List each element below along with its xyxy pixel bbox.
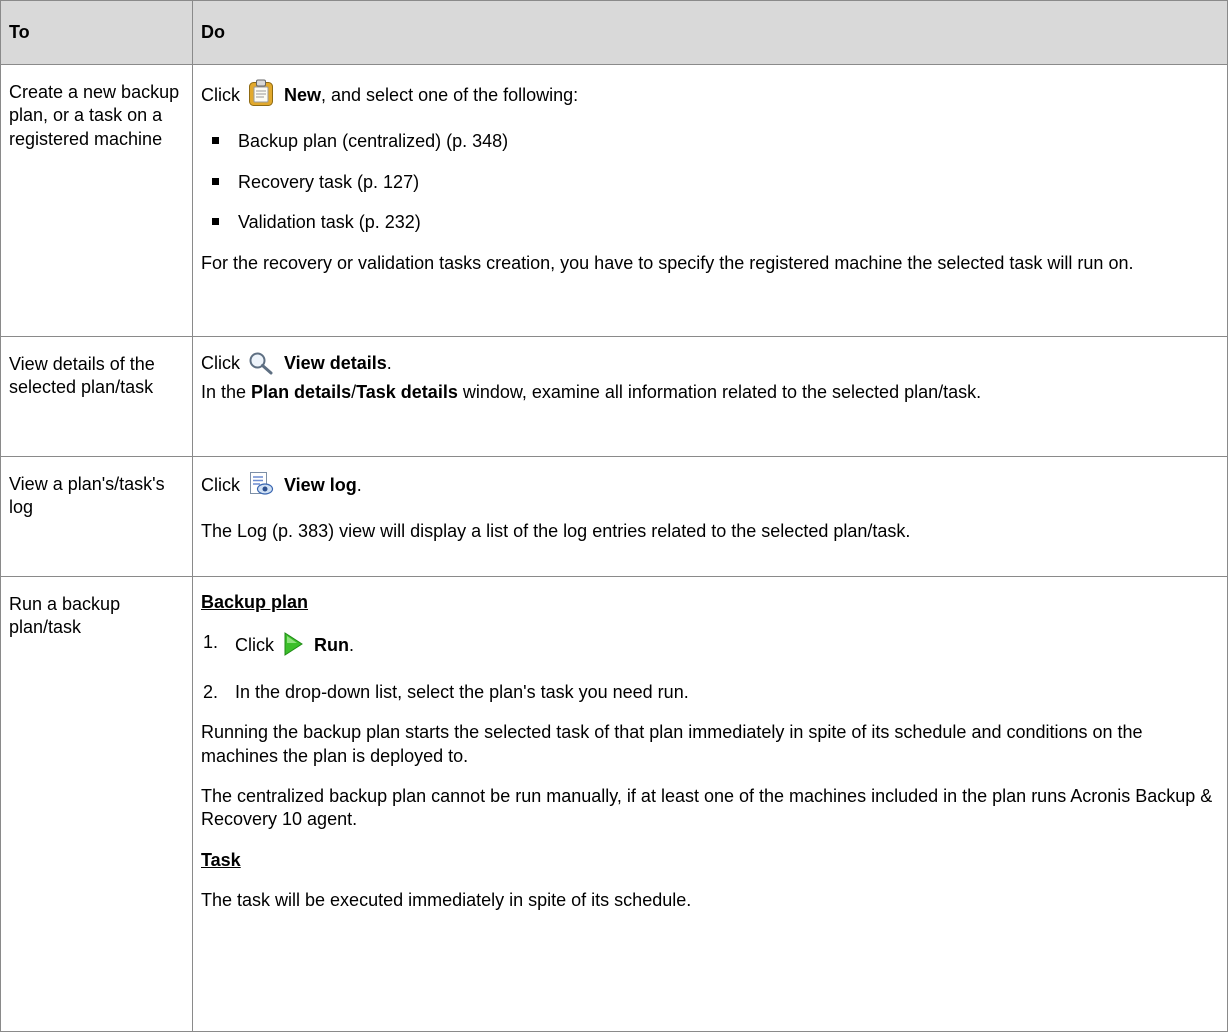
run-icon bbox=[282, 631, 304, 663]
view-log-label: View log bbox=[284, 475, 357, 495]
cell-do: Click View log. The Log (p. 383) view wi… bbox=[192, 456, 1228, 577]
backup-plan-heading: Backup plan bbox=[201, 592, 309, 612]
details-text-a: In the bbox=[201, 382, 252, 403]
bullet-icon bbox=[212, 137, 219, 145]
step-text: Click Run. bbox=[235, 631, 354, 663]
table-row: Run a backup plan/task Backup plan 1. Cl… bbox=[0, 576, 1228, 1032]
header-to: To bbox=[0, 0, 193, 65]
cell-do: Click View details. In the Plan details/… bbox=[192, 336, 1228, 457]
step-number: 2. bbox=[203, 681, 219, 702]
magnifier-icon bbox=[248, 351, 274, 381]
paragraph: Running the backup plan starts the selec… bbox=[201, 722, 1143, 766]
bullet-text: Recovery task (p. 127) bbox=[238, 171, 420, 192]
instruction-suffix: . bbox=[386, 353, 392, 373]
note-text: The Log (p. 383) view will display a lis… bbox=[201, 521, 911, 542]
instruction-line: Click View log. bbox=[201, 471, 1215, 503]
actions-table: To Do Create a new backup plan, or a tas… bbox=[0, 0, 1228, 1032]
table-header-row: To Do bbox=[0, 0, 1228, 65]
step-number: 1. bbox=[203, 632, 219, 653]
bullet-icon bbox=[212, 218, 219, 226]
instruction-line: Click View details. bbox=[201, 351, 1215, 381]
view-log-icon bbox=[248, 471, 274, 503]
cell-to: Run a backup plan/task bbox=[0, 576, 193, 1032]
header-do: Do bbox=[192, 0, 1228, 65]
list-item: Backup plan (centralized) (p. 348) bbox=[201, 130, 1215, 153]
instruction-suffix: . bbox=[349, 635, 355, 656]
click-text: Click bbox=[201, 475, 240, 495]
click-text: Click bbox=[201, 353, 240, 373]
click-text: Click bbox=[201, 85, 240, 105]
view-details-label: View details bbox=[284, 353, 387, 373]
list-item: Recovery task (p. 127) bbox=[201, 171, 1215, 194]
table-row: View a plan's/task's log Click View log.… bbox=[0, 456, 1228, 577]
details-text-b: window, examine all information related … bbox=[457, 382, 982, 403]
cell-to: View a plan's/task's log bbox=[0, 456, 193, 577]
step-text: In the drop-down list, select the plan's… bbox=[235, 681, 689, 702]
instruction-suffix: , and select one of the following: bbox=[321, 85, 579, 105]
bullet-text: Validation task (p. 232) bbox=[238, 212, 421, 233]
note-text: For the recovery or validation tasks cre… bbox=[201, 252, 1134, 273]
plan-details-label: Plan details bbox=[251, 382, 352, 403]
paragraph: The task will be executed immediately in… bbox=[201, 890, 692, 911]
cell-do: Backup plan 1. Click Run. 2. In the drop… bbox=[192, 576, 1228, 1032]
new-action-label: New bbox=[284, 85, 322, 105]
cell-do: Click New, and select one of the followi… bbox=[192, 64, 1228, 337]
table-row: View details of the selected plan/task C… bbox=[0, 336, 1228, 457]
instruction-suffix: . bbox=[356, 475, 362, 495]
cell-to: View details of the selected plan/task bbox=[0, 336, 193, 457]
table-row: Create a new backup plan, or a task on a… bbox=[0, 64, 1228, 337]
list-item: Validation task (p. 232) bbox=[201, 211, 1215, 234]
list-item: 2. In the drop-down list, select the pla… bbox=[201, 681, 1215, 704]
paragraph: The centralized backup plan cannot be ru… bbox=[201, 785, 1213, 830]
task-heading: Task bbox=[201, 849, 241, 870]
cell-to: Create a new backup plan, or a task on a… bbox=[0, 64, 193, 337]
clipboard-icon bbox=[248, 79, 274, 113]
bullet-text: Backup plan (centralized) (p. 348) bbox=[238, 131, 509, 152]
bullet-icon bbox=[212, 177, 219, 185]
instruction-line: Click New, and select one of the followi… bbox=[201, 79, 1215, 113]
list-item: 1. Click Run. bbox=[201, 631, 1215, 663]
run-label: Run bbox=[314, 635, 349, 656]
task-details-label: Task details bbox=[356, 382, 458, 403]
click-text: Click bbox=[235, 635, 274, 656]
details-text: In the Plan details/Task details window,… bbox=[201, 381, 1215, 404]
